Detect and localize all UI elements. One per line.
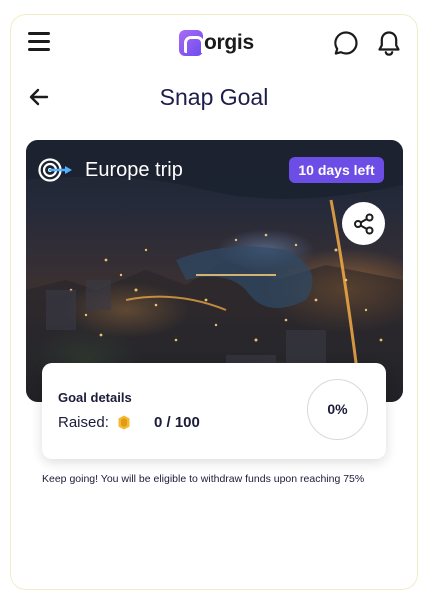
goal-details-card: Goal details Raised: 0 / 100 0%	[42, 363, 386, 459]
top-bar: orgis	[0, 0, 428, 80]
bell-icon[interactable]	[375, 29, 403, 57]
chat-bubble-icon[interactable]	[333, 30, 359, 56]
days-left-badge: 10 days left	[289, 157, 384, 183]
progress-percent: 0%	[327, 401, 348, 417]
raised-label: Raised:	[58, 414, 109, 431]
goal-details-heading: Goal details	[58, 390, 132, 405]
share-icon	[353, 213, 373, 234]
logo-mark-icon	[179, 30, 204, 56]
share-button[interactable]	[342, 202, 385, 245]
raised-amount: 0 / 100	[154, 414, 200, 431]
coin-icon	[118, 415, 130, 430]
target-arrow-icon	[38, 158, 72, 182]
progress-circle: 0%	[307, 379, 368, 440]
withdraw-hint: Keep going! You will be eligible to with…	[42, 473, 365, 485]
page-title: Snap Goal	[159, 84, 269, 110]
hamburger-menu-icon[interactable]	[28, 32, 50, 52]
morgis-logo: orgis	[179, 28, 254, 58]
goal-name: Europe trip	[85, 159, 183, 181]
logo-text: orgis	[204, 31, 254, 54]
